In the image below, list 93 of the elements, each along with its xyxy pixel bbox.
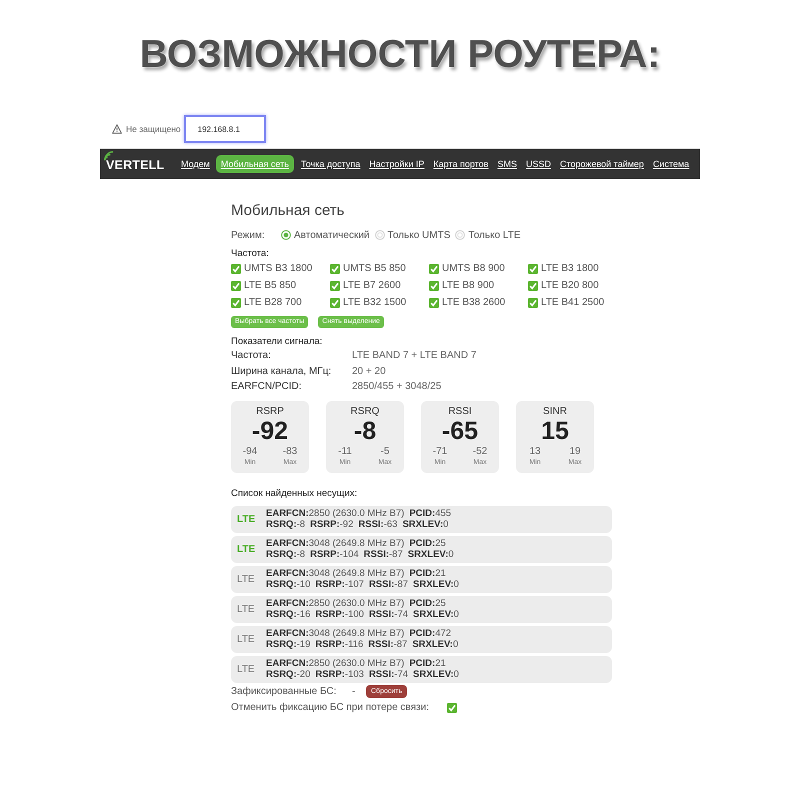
warning-icon	[112, 124, 122, 134]
metric-max-value: 19	[569, 446, 581, 458]
nav-link[interactable]: Сторожевой таймер	[560, 159, 644, 169]
technology-label: LTE	[236, 664, 256, 674]
metric-min-value: -94	[242, 446, 258, 458]
frequency-checkbox[interactable]: LTE B28 700	[231, 294, 330, 311]
checkbox-icon[interactable]	[231, 264, 241, 274]
unfix-option-label: Отменить фиксацию БС при потере связи:	[231, 702, 429, 713]
frequency-checkbox[interactable]: LTE B41 2500	[528, 294, 627, 311]
carrier-metrics: RSRQ:-8 RSRP:-104 RSSI:-87 SRXLEV:0	[266, 549, 455, 560]
technology-label: LTE	[236, 514, 256, 524]
checkbox-icon[interactable]	[330, 280, 340, 290]
carrier-metrics: RSRQ:-8 RSRP:-92 RSSI:-63 SRXLEV:0	[266, 519, 450, 530]
technology-label: LTE	[236, 574, 256, 584]
signal-value: LTE BAND 7 + LTE BAND 7	[352, 350, 476, 362]
carrier-details: EARFCN:2850 (2630.0 MHz B7) PCID:455	[266, 508, 452, 519]
logo-text: VERTELL	[106, 158, 164, 172]
metric-name: RSSI	[448, 406, 472, 418]
carrier-metrics: RSRQ:-19 RSRP:-116 RSSI:-87 SRXLEV:0	[266, 639, 460, 650]
frequency-label: Частота:	[231, 247, 270, 260]
frequency-checkbox[interactable]: LTE B38 2600	[429, 294, 528, 311]
carrier-details: EARFCN:3048 (2649.8 MHz B7) PCID:472	[266, 628, 452, 639]
checkbox-icon[interactable]	[330, 298, 340, 308]
radio-icon[interactable]	[374, 230, 384, 240]
address-field[interactable]: 192.168.8.1	[184, 115, 266, 143]
fixed-bs-label: Зафиксированные БС:	[231, 686, 338, 697]
checkbox-icon[interactable]	[528, 298, 538, 308]
signal-label: Ширина канала, МГц:	[231, 366, 332, 377]
checkbox-icon[interactable]	[429, 280, 439, 290]
frequency-checkbox[interactable]: LTE B32 1500	[330, 294, 429, 311]
frequency-checkbox[interactable]: UMTS B8 900	[429, 260, 528, 277]
nav-link[interactable]: Модем	[181, 159, 210, 169]
checkbox-icon[interactable]	[231, 298, 241, 308]
checkbox-icon[interactable]	[231, 280, 241, 290]
metric-value: -92	[252, 418, 288, 444]
metric-name: RSRP	[256, 406, 284, 418]
technology-label: LTE	[236, 634, 256, 644]
checkbox-icon[interactable]	[528, 280, 538, 290]
signal-title: Показатели сигнала:	[231, 335, 324, 348]
metric-name: RSRQ	[350, 406, 380, 418]
metric-max-value: -52	[472, 446, 488, 458]
frequency-checkbox[interactable]: UMTS B5 850	[330, 260, 429, 277]
metric-max-value: -83	[282, 446, 298, 458]
carrier-details: EARFCN:3048 (2649.8 MHz B7) PCID:21	[266, 568, 447, 579]
nav-link[interactable]: USSD	[526, 159, 551, 169]
nav-link[interactable]: Карта портов	[433, 159, 488, 169]
carrier-metrics: RSRQ:-20 RSRP:-103 RSSI:-74 SRXLEV:0	[266, 669, 460, 680]
radio-option[interactable]: Автоматический	[281, 230, 370, 240]
frequency-checkbox[interactable]: LTE B3 1800	[528, 260, 627, 277]
radio-option[interactable]: Только LTE	[455, 230, 521, 240]
frequency-checkbox[interactable]: LTE B8 900	[429, 277, 528, 294]
signal-value: 2850/455 + 3048/25	[352, 381, 442, 392]
signal-label: EARFCN/PCID:	[231, 381, 303, 392]
security-status: Не защищено	[126, 124, 181, 134]
radio-icon[interactable]	[281, 230, 291, 240]
nav-link[interactable]: Система	[652, 159, 690, 169]
metric-value: 15	[541, 418, 569, 444]
signal-value: 20 + 20	[352, 366, 386, 377]
metric-max-value: -5	[380, 446, 390, 458]
carrier-metrics: RSRQ:-16 RSRP:-100 RSSI:-74 SRXLEV:0	[266, 609, 460, 620]
carrier-details: EARFCN:2850 (2630.0 MHz B7) PCID:25	[266, 598, 447, 609]
frequency-checkbox[interactable]: LTE B7 2600	[330, 277, 429, 294]
section-title: Мобильная сеть	[231, 202, 346, 220]
frequency-checkbox[interactable]: UMTS B3 1800	[231, 260, 330, 277]
signal-arcs-icon	[103, 151, 114, 162]
mode-label: Режим:	[231, 230, 266, 240]
metric-min-value: -11	[338, 446, 352, 458]
nav-link[interactable]: Настройки IP	[369, 159, 424, 169]
technology-label: LTE	[236, 604, 256, 614]
metric-value: -8	[354, 418, 376, 444]
checkbox-icon[interactable]	[528, 264, 538, 274]
technology-label: LTE	[236, 544, 256, 554]
checkbox-icon[interactable]	[429, 264, 439, 274]
metric-min-value: 13	[529, 446, 541, 458]
metric-name: SINR	[543, 406, 567, 418]
carrier-details: EARFCN:2850 (2630.0 MHz B7) PCID:21	[266, 658, 447, 669]
page-heading: ВОЗМОЖНОСТИ РОУТЕРА:	[138, 32, 662, 76]
fixed-bs-value: -	[352, 686, 356, 697]
carrier-list-title: Список найденных несущих:	[231, 486, 358, 500]
checkbox-icon[interactable]	[429, 298, 439, 308]
metric-value: -65	[442, 418, 478, 444]
carrier-metrics: RSRQ:-10 RSRP:-107 RSSI:-87 SRXLEV:0	[266, 579, 460, 590]
carrier-details: EARFCN:3048 (2649.8 MHz B7) PCID:25	[266, 538, 447, 549]
checkbox-icon[interactable]	[330, 264, 340, 274]
radio-option[interactable]: Только UMTS	[374, 230, 450, 240]
frequency-checkbox[interactable]: LTE B5 850	[231, 277, 330, 294]
signal-label: Частота:	[231, 350, 272, 362]
nav-link[interactable]: Точка доступа	[300, 159, 360, 169]
frequency-checkbox[interactable]: LTE B20 800	[528, 277, 627, 294]
radio-icon[interactable]	[455, 230, 466, 240]
nav-link[interactable]: SMS	[497, 159, 517, 169]
checkbox-icon[interactable]	[446, 702, 457, 712]
metric-min-value: -71	[432, 446, 448, 458]
